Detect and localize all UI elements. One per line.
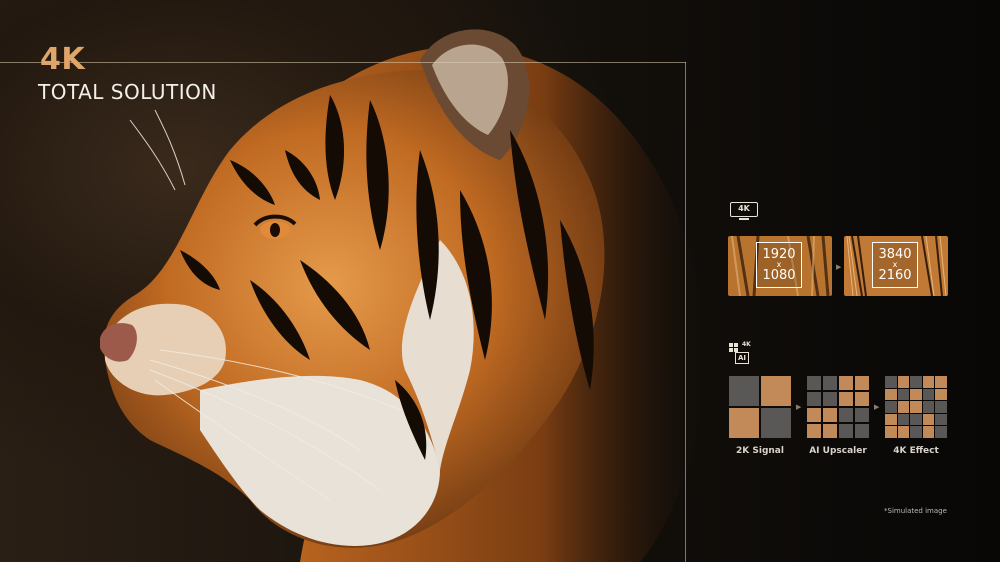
grid-cell <box>922 388 935 401</box>
grid-cell <box>855 408 869 422</box>
arrow-right-icon: ▶ <box>796 404 802 411</box>
grid-cell <box>823 408 837 422</box>
resolution-box-from: 1920 x 1080 <box>756 242 802 288</box>
grid-cell <box>885 413 897 426</box>
chip-cell <box>729 348 733 352</box>
arrow-right-icon: ▶ <box>836 264 842 271</box>
grid-cell <box>897 401 910 413</box>
grid-2k-signal <box>729 376 791 438</box>
grid-cell <box>922 401 935 413</box>
grid-cell <box>855 424 869 438</box>
grid-cell <box>922 426 935 438</box>
footnote: *Simulated image <box>884 507 947 515</box>
grid-cell <box>897 426 910 438</box>
grid-cell <box>922 376 935 388</box>
grid-cell <box>761 376 791 406</box>
grid-cell <box>885 376 897 388</box>
grid-cell <box>823 424 837 438</box>
monitor-badge-text: 4K <box>730 202 758 217</box>
grid-cell <box>885 388 897 401</box>
chip-cell <box>734 343 738 347</box>
grid-ai-upscaler <box>807 376 869 438</box>
grid-cell <box>910 413 922 426</box>
grid-cell <box>885 401 897 413</box>
grid-cell <box>823 392 837 406</box>
grid-cell <box>910 388 922 401</box>
grid-cell <box>807 392 821 406</box>
monitor-4k-icon: 4K <box>730 202 760 222</box>
grid-cell <box>935 376 947 388</box>
resolution-card-to: 3840 x 2160 <box>844 236 948 296</box>
grid-cell <box>935 426 947 438</box>
grid-cell <box>807 376 821 390</box>
grid-cell <box>839 376 853 390</box>
chip-cell <box>729 343 733 347</box>
grid-cell <box>823 376 837 390</box>
headline-title: 4K <box>40 42 86 77</box>
resolution-card-from: 1920 x 1080 <box>728 236 832 296</box>
resolution-box-to: 3840 x 2160 <box>872 242 918 288</box>
monitor-stand <box>739 218 749 220</box>
grid-cell <box>855 392 869 406</box>
grid-cell <box>910 376 922 388</box>
grid-cell <box>807 424 821 438</box>
chip-ai-text: AI <box>735 352 749 364</box>
grid-cell <box>839 424 853 438</box>
grid-cell <box>839 392 853 406</box>
grid-cell <box>935 388 947 401</box>
grid-cell <box>729 408 759 438</box>
grid-cell <box>910 401 922 413</box>
grid-cell <box>729 376 759 406</box>
grid-cell <box>761 408 791 438</box>
arrow-right-icon: ▶ <box>874 404 880 411</box>
grid-cell <box>910 426 922 438</box>
chip-4k-text: 4K <box>742 341 751 348</box>
frame-line-top <box>0 62 686 63</box>
grid-cell <box>935 413 947 426</box>
resolution-to-height: 2160 <box>878 268 912 283</box>
grid-cell <box>897 388 910 401</box>
grid-cell <box>839 408 853 422</box>
grid-4k-effect <box>885 376 947 438</box>
grid-cell <box>897 413 910 426</box>
resolution-from-height: 1080 <box>762 268 796 283</box>
grid-cell <box>935 401 947 413</box>
grid-cell <box>922 413 935 426</box>
grid-cell <box>807 408 821 422</box>
label-4k-effect: 4K Effect <box>893 446 939 456</box>
label-ai-upscaler: AI Upscaler <box>809 446 867 456</box>
frame-line-right <box>685 62 686 562</box>
label-2k-signal: 2K Signal <box>736 446 784 456</box>
grid-cell <box>855 376 869 390</box>
ai-4k-chip-icon: 4K AI <box>729 341 755 367</box>
grid-cell <box>897 376 910 388</box>
headline-subtitle: TOTAL SOLUTION <box>38 80 217 104</box>
grid-cell <box>885 426 897 438</box>
